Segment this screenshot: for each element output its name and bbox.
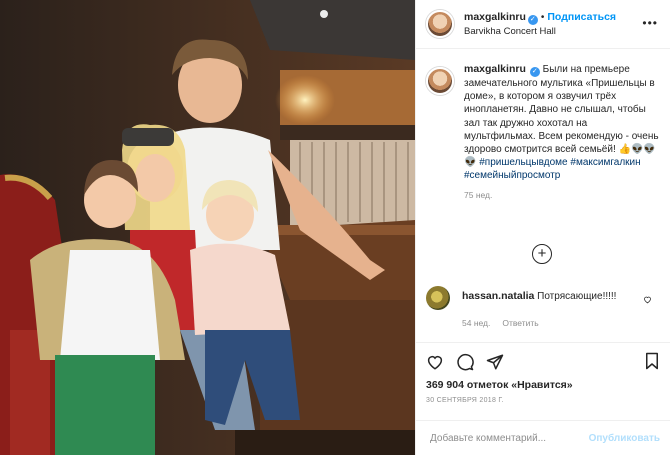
- load-more-comments-icon[interactable]: +: [532, 244, 552, 264]
- verified-check-icon: ✓: [529, 67, 540, 77]
- action-icons: [426, 351, 660, 373]
- likes-count[interactable]: 369 904 отметок «Нравится»: [426, 379, 660, 391]
- share-send-icon[interactable]: [486, 353, 504, 371]
- caption-text: Были на премьере замечательного мультика…: [464, 64, 659, 169]
- caption-text-block: maxgalkinru ✓ Были на премьере замечатель…: [464, 63, 660, 202]
- post-caption: maxgalkinru ✓ Были на премьере замечатель…: [416, 49, 670, 202]
- reply-button[interactable]: Ответить: [502, 318, 538, 328]
- post-photo[interactable]: [0, 0, 415, 455]
- likes-suffix: «Нравится»: [511, 379, 573, 391]
- caption-username[interactable]: maxgalkinru: [464, 63, 526, 75]
- comment-text: Потрясающие!!!!!: [537, 291, 617, 302]
- post-sidebar: maxgalkinru ✓ • Подписаться Barvikha Concer…: [415, 0, 670, 455]
- follow-button[interactable]: Подписаться: [547, 11, 616, 23]
- like-heart-icon[interactable]: [426, 353, 444, 371]
- separator-dot: •: [540, 11, 545, 23]
- add-comment-bar: Добавьте комментарий... Опубликовать: [416, 420, 670, 455]
- verified-check-icon: ✓: [527, 14, 538, 25]
- header-info: maxgalkinru ✓ • Подписаться Barvikha Concer…: [464, 11, 616, 38]
- likes-number: 369 904: [426, 379, 464, 391]
- comment-body: hassan.natalia Потрясающие!!!!! 54 нед. О…: [462, 290, 616, 330]
- comment-item: hassan.natalia Потрясающие!!!!! 54 нед. О…: [426, 286, 660, 330]
- caption-author-avatar[interactable]: [426, 67, 454, 95]
- hashtag-link[interactable]: #семейныйпросмотр: [464, 170, 560, 181]
- family-photo-illustration: [0, 0, 415, 455]
- comment-bubble-icon[interactable]: [456, 353, 474, 371]
- publish-button[interactable]: Опубликовать: [589, 433, 660, 444]
- location-link[interactable]: Barvikha Concert Hall: [464, 25, 616, 38]
- more-options-icon[interactable]: •••: [642, 16, 658, 30]
- likes-word: отметок: [466, 379, 509, 391]
- commenter-username[interactable]: hassan.natalia: [462, 290, 534, 302]
- comment-meta: 54 нед. Ответить: [462, 317, 616, 330]
- author-avatar[interactable]: [426, 10, 454, 38]
- post-actions: 369 904 отметок «Нравится» 30 СЕНТЯБРЯ 2…: [416, 342, 670, 432]
- bookmark-icon[interactable]: [644, 352, 660, 370]
- comment-age: 54 нед.: [462, 318, 491, 328]
- post-date[interactable]: 30 СЕНТЯБРЯ 2018 Г.: [426, 397, 660, 404]
- comment-like-heart-icon[interactable]: [643, 295, 652, 304]
- instagram-post: maxgalkinru ✓ • Подписаться Barvikha Concer…: [0, 0, 670, 455]
- post-header: maxgalkinru ✓ • Подписаться Barvikha Concer…: [416, 0, 670, 49]
- hashtag-link[interactable]: #максимгалкин: [570, 157, 640, 168]
- caption-age: 75 нед.: [464, 189, 493, 200]
- author-username[interactable]: maxgalkinru: [464, 11, 526, 23]
- commenter-avatar[interactable]: [426, 286, 450, 310]
- hashtag-link[interactable]: #пришельцывдоме: [479, 157, 567, 168]
- add-comment-input[interactable]: Добавьте комментарий...: [430, 433, 589, 444]
